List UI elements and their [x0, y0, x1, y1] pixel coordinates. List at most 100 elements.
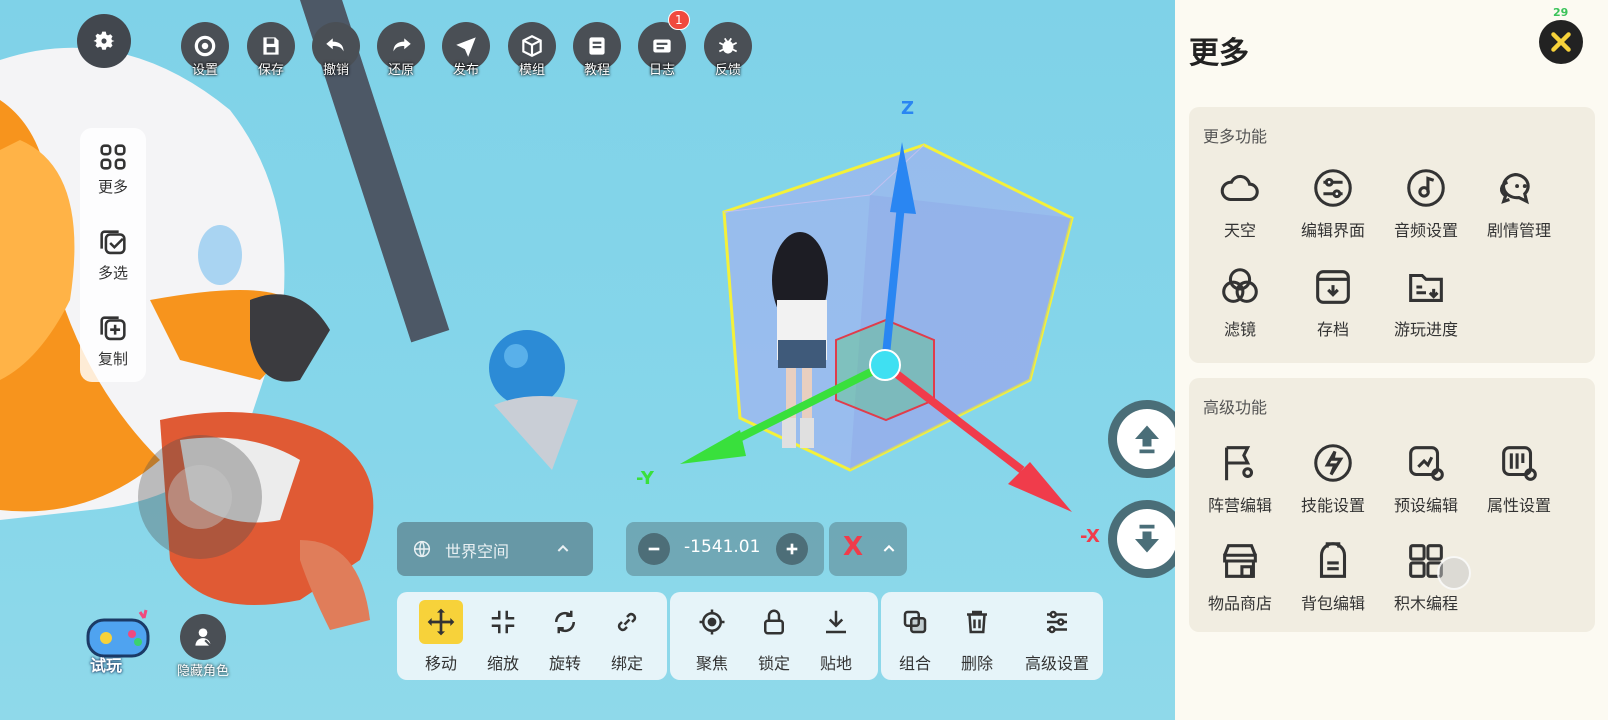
decrement-button[interactable]	[638, 533, 670, 565]
filter-label: 滤镜	[1223, 320, 1256, 339]
more-panel: 29 更多 更多功能 天空 编辑界面 音频设置 剧情管理 滤镜 存档 游玩进度 …	[1175, 0, 1608, 720]
more-button[interactable]: 更多	[80, 140, 146, 197]
delete-button[interactable]: 删除	[947, 600, 1007, 674]
plus-icon	[786, 543, 798, 555]
trash-icon	[967, 610, 987, 634]
preset-edit-button[interactable]: 预设编辑	[1381, 440, 1471, 516]
axis-z-label: Z	[901, 98, 915, 119]
log-badge: 1	[668, 10, 690, 30]
space-selector[interactable]: 世界空间	[397, 522, 593, 576]
publish-label: 发布	[452, 63, 479, 78]
rotate-icon	[554, 610, 576, 634]
increment-button[interactable]	[776, 533, 808, 565]
focus-label: 聚焦	[695, 654, 728, 673]
archive-button[interactable]: 存档	[1288, 264, 1378, 340]
person-hide-icon	[195, 628, 213, 648]
grid-icon	[100, 144, 126, 170]
play-progress-button[interactable]: 游玩进度	[1381, 264, 1471, 340]
undo-label: 撤销	[322, 63, 349, 78]
more-label: 更多	[97, 178, 128, 196]
multi-select-icon	[100, 230, 126, 255]
move-tool-button[interactable]: 移动	[411, 600, 471, 674]
bind-tool-button[interactable]: 绑定	[597, 600, 657, 674]
audio-settings-label: 音频设置	[1393, 221, 1458, 240]
link-icon	[617, 612, 637, 632]
arrow-down-icon	[1135, 524, 1159, 553]
lock-button[interactable]: 锁定	[744, 600, 804, 674]
snap-ground-label: 贴地	[819, 654, 852, 673]
audio-settings-button[interactable]: 音频设置	[1381, 165, 1471, 241]
sky-label: 天空	[1223, 221, 1256, 240]
position-tools-group: 聚焦 锁定 贴地	[670, 592, 878, 680]
scale-tool-label: 缩放	[486, 654, 519, 673]
log-icon	[653, 39, 671, 53]
backpack-edit-button[interactable]: 背包编辑	[1288, 538, 1378, 614]
book-icon	[589, 37, 605, 55]
play-test-button[interactable]: 试玩	[82, 604, 158, 675]
focus-button[interactable]: 聚焦	[682, 600, 742, 674]
snap-ground-button[interactable]: 贴地	[806, 600, 866, 674]
left-side-panel: 更多 多选 复制	[80, 128, 146, 382]
multi-select-button[interactable]: 多选	[80, 226, 146, 283]
item-shop-button[interactable]: 物品商店	[1195, 538, 1285, 614]
close-icon	[1551, 32, 1571, 52]
minus-icon	[648, 547, 660, 551]
sky-button[interactable]: 天空	[1195, 165, 1285, 241]
multi-select-label: 多选	[97, 264, 128, 282]
attribute-settings-label: 属性设置	[1486, 496, 1551, 515]
hide-role-button[interactable]: 隐藏角色	[170, 614, 236, 679]
editor-menu-button[interactable]	[77, 14, 131, 68]
rotate-tool-label: 旋转	[548, 654, 581, 673]
fps-counter: 29	[1553, 6, 1569, 19]
combine-button[interactable]: 组合	[885, 600, 945, 674]
filter-button[interactable]: 滤镜	[1195, 264, 1285, 340]
filter-icon	[1222, 268, 1258, 303]
combine-icon	[903, 610, 927, 634]
skill-settings-button[interactable]: 技能设置	[1288, 440, 1378, 516]
send-icon	[456, 37, 476, 57]
close-button[interactable]	[1539, 20, 1583, 64]
faction-edit-label: 阵营编辑	[1207, 496, 1272, 515]
copy-button[interactable]: 复制	[80, 312, 146, 369]
redo-icon	[393, 38, 411, 52]
hide-role-label: 隐藏角色	[176, 664, 229, 679]
faction-edit-button[interactable]: 阵营编辑	[1195, 440, 1285, 516]
section-title: 更多功能	[1203, 127, 1268, 146]
redo-label: 还原	[387, 63, 414, 78]
feedback-label: 反馈	[714, 63, 741, 78]
play-progress-label: 游玩进度	[1393, 320, 1458, 339]
stepper-value[interactable]: -1541.01	[684, 537, 760, 557]
advanced-settings-button[interactable]: 高级设置	[1015, 600, 1099, 674]
axis-selector[interactable]: X	[829, 522, 907, 576]
editor-viewport[interactable]: Z -Y -X 设置 保存 撤销 还原 发布 模组 教程 1 日志 反馈 更多 …	[0, 0, 1175, 720]
archive-label: 存档	[1316, 320, 1349, 339]
combine-label: 组合	[898, 654, 931, 673]
axis-neg-y-label: -Y	[636, 468, 654, 489]
story-management-button[interactable]: 剧情管理	[1474, 165, 1564, 241]
lightning-icon	[1314, 444, 1352, 482]
progress-icon	[1409, 273, 1443, 302]
backpack-edit-label: 背包编辑	[1300, 594, 1365, 613]
axis-neg-x-label: -X	[1080, 526, 1100, 547]
item-shop-label: 物品商店	[1207, 594, 1272, 613]
move-tool-label: 移动	[424, 654, 457, 673]
object-tools-group: 组合 删除 高级设置	[881, 592, 1103, 680]
panel-title: 更多	[1189, 36, 1249, 71]
scale-tool-button[interactable]: 缩放	[473, 600, 533, 674]
focus-icon	[699, 609, 725, 635]
edit-ui-button[interactable]: 编辑界面	[1288, 165, 1378, 241]
backpack-icon	[1319, 542, 1347, 578]
attribute-settings-button[interactable]: 属性设置	[1474, 440, 1564, 516]
position-stepper: -1541.01	[626, 522, 824, 576]
story-management-label: 剧情管理	[1486, 221, 1551, 240]
flag-icon	[1225, 446, 1254, 481]
space-selector-label: 世界空间	[445, 542, 510, 561]
edit-ui-label: 编辑界面	[1300, 221, 1365, 240]
sliders-icon	[1047, 610, 1067, 634]
preset-icon	[1409, 446, 1444, 481]
save-icon	[263, 37, 279, 55]
chat-icon	[1499, 173, 1530, 205]
rotate-tool-button[interactable]: 旋转	[535, 600, 595, 674]
cube-icon	[522, 35, 542, 57]
gear-icon	[194, 35, 216, 57]
